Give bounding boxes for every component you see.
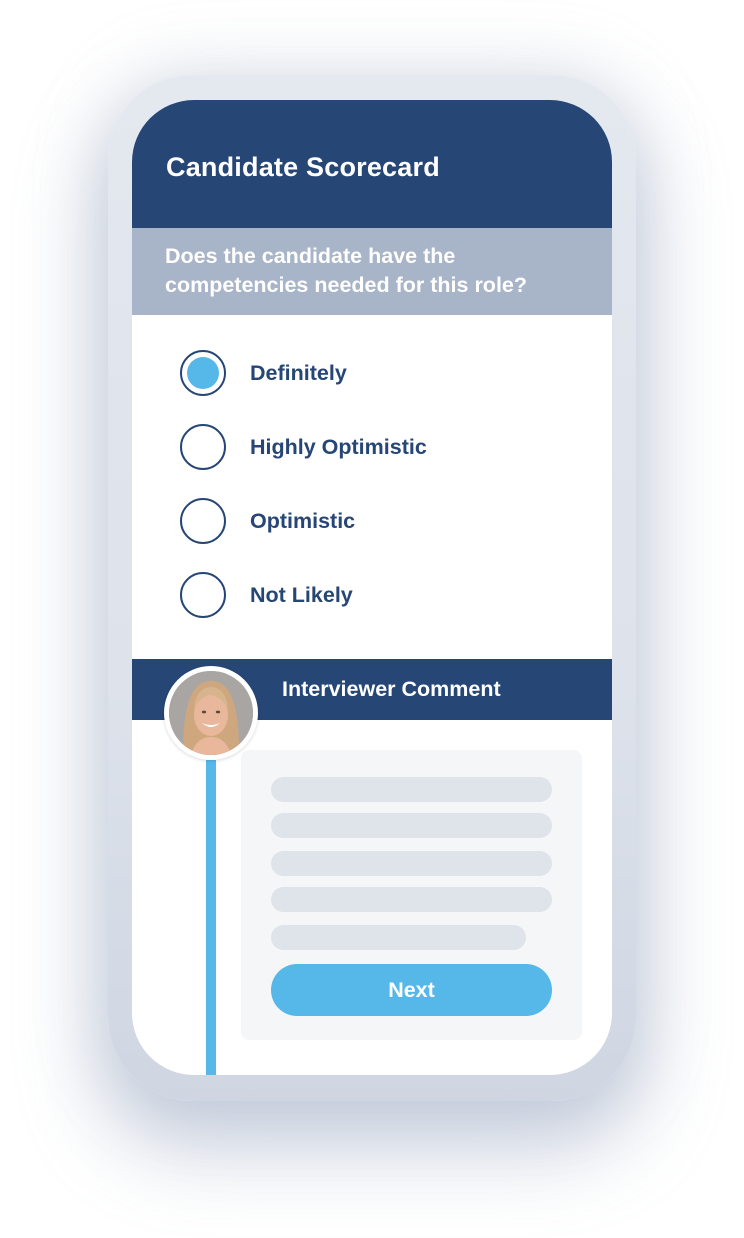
- option-definitely[interactable]: Definitely: [180, 347, 347, 399]
- option-label: Highly Optimistic: [250, 434, 427, 459]
- placeholder-text-line: [271, 851, 552, 876]
- avatar: [164, 666, 258, 760]
- placeholder-text-line: [271, 925, 526, 950]
- timeline-bar: [206, 760, 216, 1075]
- option-label: Not Likely: [250, 582, 353, 607]
- comment-title: Interviewer Comment: [282, 677, 501, 701]
- radio-button[interactable]: [180, 572, 226, 618]
- option-not-likely[interactable]: Not Likely: [180, 569, 353, 621]
- app-header: Candidate Scorecard: [132, 100, 612, 228]
- phone-screen: Candidate Scorecard Does the candidate h…: [132, 100, 612, 1075]
- option-highly-optimistic[interactable]: Highly Optimistic: [180, 421, 427, 473]
- page-title: Candidate Scorecard: [166, 152, 440, 182]
- placeholder-text-line: [271, 887, 552, 912]
- person-portrait-icon: [169, 671, 253, 755]
- placeholder-text-line: [271, 777, 552, 802]
- next-button[interactable]: Next: [271, 964, 552, 1016]
- placeholder-text-line: [271, 813, 552, 838]
- question-banner: Does the candidate have the competencies…: [132, 228, 612, 315]
- comment-card[interactable]: Next: [241, 750, 582, 1040]
- option-optimistic[interactable]: Optimistic: [180, 495, 355, 547]
- option-label: Optimistic: [250, 508, 356, 533]
- radio-button-selected[interactable]: [180, 350, 226, 396]
- option-label: Definitely: [250, 360, 347, 385]
- radio-dot-icon: [187, 357, 219, 389]
- question-text: Does the candidate have the competencies…: [165, 244, 528, 297]
- radio-button[interactable]: [180, 424, 226, 470]
- radio-button[interactable]: [180, 498, 226, 544]
- interviewer-photo: [169, 671, 253, 755]
